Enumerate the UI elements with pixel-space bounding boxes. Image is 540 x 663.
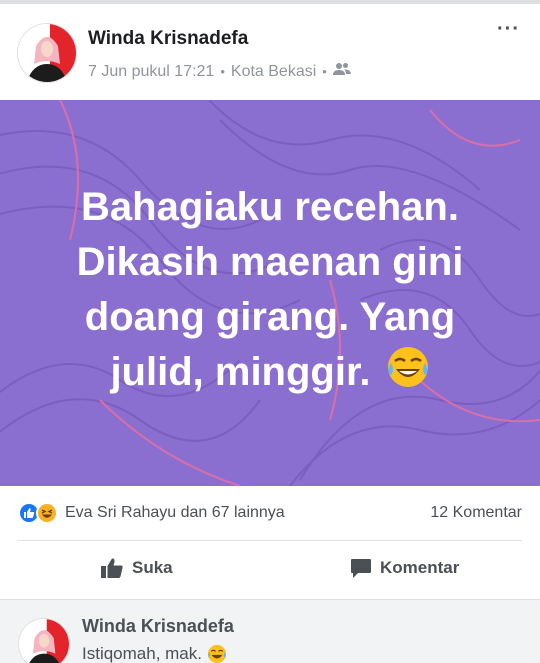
comment-author-name[interactable]: Winda Krisnadefa bbox=[82, 616, 234, 637]
more-options-button[interactable]: ··· bbox=[497, 18, 520, 41]
comment-label: Komentar bbox=[380, 558, 460, 577]
banner-line-with-emoji: julid, minggir. bbox=[40, 345, 500, 404]
comment-text: Istiqomah, mak. bbox=[82, 644, 202, 663]
post-date[interactable]: 7 Jun pukul 17:21 bbox=[88, 63, 214, 81]
banner-line: Bahagiaku recehan. bbox=[81, 185, 459, 229]
post-meta: 7 Jun pukul 17:21 • Kota Bekasi • bbox=[88, 62, 351, 81]
comments-section: Winda Krisnadefa Istiqomah, mak. bbox=[0, 599, 540, 663]
thumbs-up-icon bbox=[101, 558, 123, 578]
like-button[interactable]: Suka bbox=[100, 557, 173, 579]
reaction-stats: Eva Sri Rahayu dan 67 lainnya 12 Komenta… bbox=[0, 486, 540, 540]
reactions-text: Eva Sri Rahayu dan 67 lainnya bbox=[65, 504, 285, 521]
banner-line: julid, minggir. bbox=[110, 350, 371, 395]
banner-text: Bahagiaku recehan. Dikasih maenan gini d… bbox=[40, 180, 500, 404]
friends-icon[interactable] bbox=[332, 62, 351, 81]
comment-button[interactable]: Komentar bbox=[350, 557, 459, 579]
post-author-name[interactable]: Winda Krisnadefa bbox=[88, 28, 248, 50]
tears-of-joy-emoji bbox=[207, 644, 227, 663]
post-location[interactable]: Kota Bekasi bbox=[231, 63, 316, 81]
tears-of-joy-emoji bbox=[386, 345, 430, 404]
comment-icon bbox=[351, 559, 371, 578]
comments-count[interactable]: 12 Komentar bbox=[430, 504, 522, 522]
banner-line: doang girang. Yang bbox=[84, 295, 456, 339]
post-text-banner: Bahagiaku recehan. Dikasih maenan gini d… bbox=[0, 100, 540, 486]
haha-icon bbox=[36, 502, 58, 524]
commenter-avatar[interactable] bbox=[18, 618, 70, 663]
post-header: Winda Krisnadefa 7 Jun pukul 17:21 • Kot… bbox=[0, 4, 540, 100]
comment-text-row: Istiqomah, mak. bbox=[82, 644, 227, 663]
banner-line: Dikasih maenan gini bbox=[76, 240, 464, 284]
meta-separator: • bbox=[220, 64, 225, 79]
post-actions: Suka Komentar bbox=[0, 541, 540, 599]
like-label: Suka bbox=[132, 558, 173, 577]
meta-separator: • bbox=[322, 64, 327, 79]
reactions-summary[interactable]: Eva Sri Rahayu dan 67 lainnya bbox=[18, 502, 285, 524]
author-avatar[interactable] bbox=[17, 23, 77, 83]
